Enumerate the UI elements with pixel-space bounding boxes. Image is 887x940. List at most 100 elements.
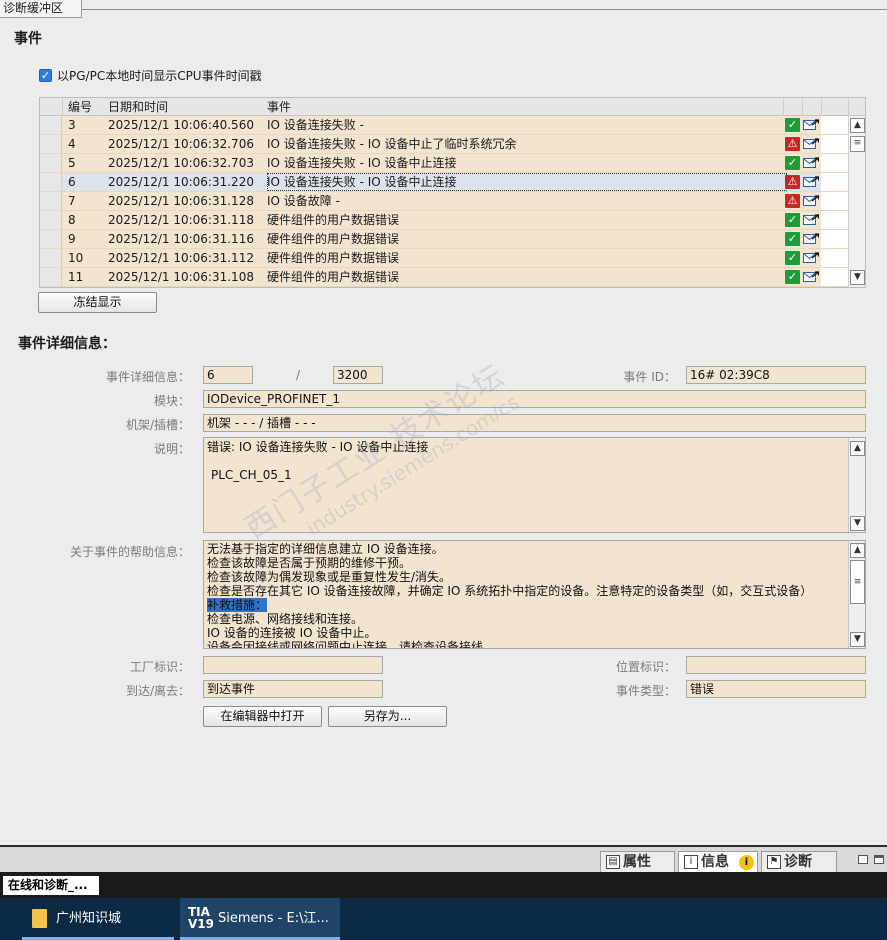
table-row[interactable]: 7 2025/12/1 10:06:31.128 IO 设备故障 - ⚠	[40, 192, 848, 211]
info-icon: i	[684, 855, 698, 869]
arrive-leave-label: 到达/离去：	[125, 684, 190, 698]
detail-index-field[interactable]: 6	[203, 366, 253, 384]
description-label: 说明：	[153, 442, 190, 456]
maximize-icon[interactable]	[874, 855, 884, 864]
local-time-checkbox[interactable]: ✓	[39, 69, 52, 82]
events-table: 编号 日期和时间 事件 3 2025/12/1 10:06:40.560 IO 设备…	[39, 97, 866, 288]
properties-icon: ▤	[606, 855, 620, 869]
description-scrollbar[interactable]: ▲ ▼	[848, 438, 865, 532]
taskbar-item-tia[interactable]: TIA V19 Siemens - E:\江...	[180, 898, 340, 940]
freeze-display-button[interactable]: 冻结显示	[38, 292, 157, 313]
row-event: IO 设备故障 -	[267, 194, 340, 208]
help-line: 检查该故障为偶发现象或是重复性发生/消失。	[207, 570, 452, 584]
row-spacer	[821, 268, 848, 286]
help-line: 检查电源、网络接线和连接。	[207, 612, 364, 626]
tab-properties-label: 属性	[623, 854, 651, 870]
status-error-icon: ⚠	[785, 194, 800, 208]
scroll-up-icon[interactable]: ▲	[850, 118, 865, 133]
table-row[interactable]: 4 2025/12/1 10:06:32.706 IO 设备连接失败 - IO 设备…	[40, 135, 848, 154]
table-row[interactable]: 3 2025/12/1 10:06:40.560 IO 设备连接失败 - ✓	[40, 116, 848, 135]
row-num: 4	[68, 137, 76, 151]
row-selector[interactable]	[40, 211, 62, 229]
open-help-icon[interactable]	[803, 233, 819, 245]
scroll-down-icon[interactable]: ▼	[850, 516, 865, 531]
event-details-heading: 事件详细信息：	[18, 336, 116, 352]
row-selector[interactable]	[40, 230, 62, 248]
local-time-checkbox-label: 以PG/PC本地时间显示CPU事件时间戳	[57, 69, 262, 83]
scroll-up-icon[interactable]: ▲	[850, 441, 865, 456]
header-event[interactable]: 事件	[267, 99, 291, 115]
row-datetime: 2025/12/1 10:06:32.706	[108, 137, 254, 151]
help-scrollbar[interactable]: ▲ ≡ ▼	[848, 541, 865, 648]
open-help-icon[interactable]	[803, 138, 819, 150]
taskbar-item-tia-label: Siemens - E:\江...	[218, 911, 329, 926]
tab-info[interactable]: i 信息 i	[678, 851, 758, 872]
row-num: 8	[68, 213, 76, 227]
tab-info-label: 信息	[701, 854, 729, 870]
row-selector[interactable]	[40, 173, 62, 191]
open-help-icon[interactable]	[803, 214, 819, 226]
table-row[interactable]: 9 2025/12/1 10:06:31.116 硬件组件的用户数据错误 ✓	[40, 230, 848, 249]
open-in-editor-button[interactable]: 在编辑器中打开	[203, 706, 322, 727]
open-help-icon[interactable]	[803, 157, 819, 169]
taskbar-item-folder[interactable]: 广州知识城	[22, 898, 174, 940]
row-selector[interactable]	[40, 135, 62, 153]
row-datetime: 2025/12/1 10:06:31.116	[108, 232, 254, 246]
event-type-field: 错误	[686, 680, 866, 698]
row-num: 11	[68, 270, 84, 284]
header-sep	[62, 98, 63, 116]
open-help-icon[interactable]	[803, 252, 819, 264]
header-sep	[802, 98, 803, 116]
save-as-button[interactable]: 另存为...	[328, 706, 447, 727]
location-id-field	[686, 656, 866, 674]
row-selector[interactable]	[40, 268, 62, 286]
row-event: IO 设备连接失败 - IO 设备中止连接	[267, 156, 457, 170]
scroll-thumb[interactable]: ≡	[850, 136, 865, 152]
row-datetime: 2025/12/1 10:06:31.108	[108, 270, 254, 284]
row-event: 硬件组件的用户数据错误	[267, 251, 400, 265]
detail-sep: /	[295, 368, 300, 382]
status-error-icon: ⚠	[785, 175, 800, 189]
open-help-icon[interactable]	[803, 195, 819, 207]
row-event: IO 设备连接失败 -	[267, 118, 364, 132]
inspector-tab-bar: ▤ 属性 i 信息 i ⚑ 诊断	[0, 845, 887, 872]
table-row[interactable]: 10 2025/12/1 10:06:31.112 硬件组件的用户数据错误 ✓	[40, 249, 848, 268]
header-num[interactable]: 编号	[68, 99, 92, 115]
row-spacer	[821, 116, 848, 134]
header-sep	[848, 98, 849, 116]
status-ok-icon: ✓	[785, 232, 800, 246]
table-row[interactable]: 5 2025/12/1 10:06:32.703 IO 设备连接失败 - IO 设备…	[40, 154, 848, 173]
diagnostic-buffer-tab[interactable]: 诊断缓冲区	[0, 0, 82, 18]
row-datetime: 2025/12/1 10:06:31.112	[108, 251, 254, 265]
plant-id-label: 工厂标识：	[129, 660, 190, 674]
row-event: IO 设备连接失败 - IO 设备中止连接	[267, 173, 787, 191]
help-area[interactable]: 无法基于指定的详细信息建立 IO 设备连接。 检查该故障是否属于预期的维修干预。检…	[203, 540, 866, 649]
rack-label: 机架/插槽：	[125, 418, 190, 432]
row-selector[interactable]	[40, 154, 62, 172]
row-spacer	[821, 154, 848, 172]
tab-diagnostics[interactable]: ⚑ 诊断	[761, 851, 837, 872]
tab-properties[interactable]: ▤ 属性	[600, 851, 675, 872]
row-selector[interactable]	[40, 116, 62, 134]
open-help-icon[interactable]	[803, 271, 819, 283]
row-selector[interactable]	[40, 249, 62, 267]
online-diagnostics-tab[interactable]: 在线和诊断_...	[3, 876, 99, 895]
scroll-down-icon[interactable]: ▼	[850, 270, 865, 285]
open-help-icon[interactable]	[803, 119, 819, 131]
table-row[interactable]: 6 2025/12/1 10:06:31.220 IO 设备连接失败 - IO 设备…	[40, 173, 848, 192]
help-line: 检查是否存在其它 IO 设备连接故障，并确定 IO 系统拓扑中指定的设备。注意特…	[207, 584, 813, 598]
scroll-thumb[interactable]: ≡	[850, 560, 865, 604]
scroll-up-icon[interactable]: ▲	[850, 543, 865, 558]
status-ok-icon: ✓	[785, 251, 800, 265]
row-selector[interactable]	[40, 192, 62, 210]
module-label: 模块：	[153, 394, 190, 408]
event-id-label: 事件 ID：	[623, 370, 676, 384]
scroll-down-icon[interactable]: ▼	[850, 632, 865, 647]
row-spacer	[821, 211, 848, 229]
table-scrollbar[interactable]: ▲ ≡ ▼	[848, 116, 865, 287]
open-help-icon[interactable]	[803, 176, 819, 188]
header-datetime[interactable]: 日期和时间	[108, 99, 168, 115]
table-row[interactable]: 11 2025/12/1 10:06:31.108 硬件组件的用户数据错误 ✓	[40, 268, 848, 287]
restore-icon[interactable]	[858, 855, 868, 864]
table-row[interactable]: 8 2025/12/1 10:06:31.118 硬件组件的用户数据错误 ✓	[40, 211, 848, 230]
